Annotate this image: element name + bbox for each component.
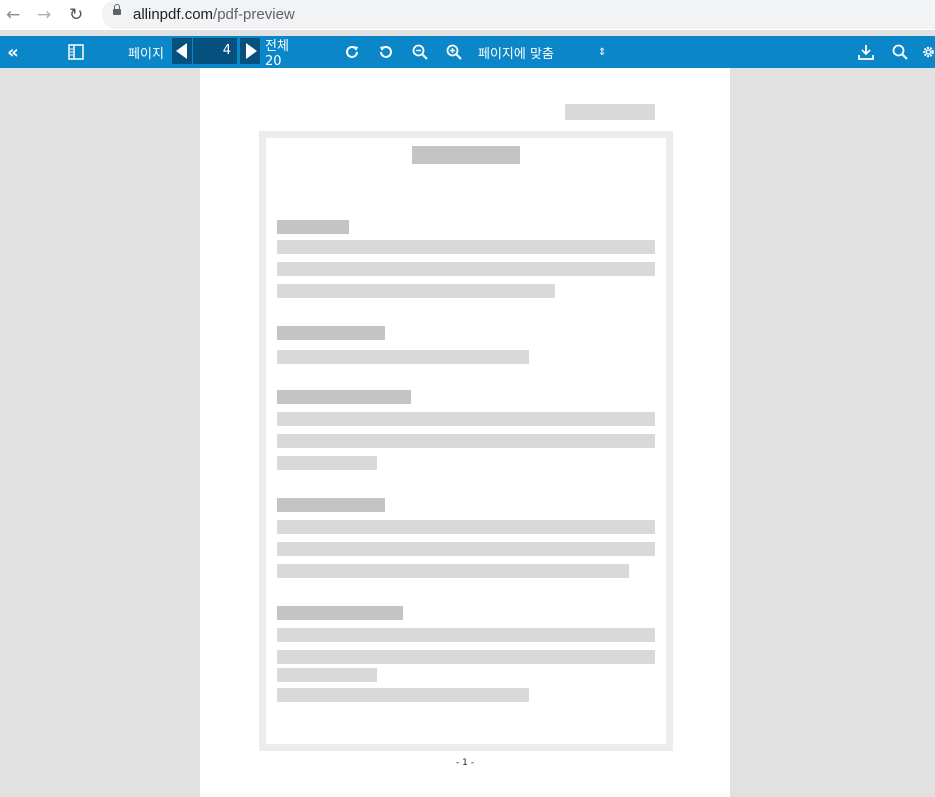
url-text[interactable]: allinpdf.com/pdf-preview <box>133 6 295 23</box>
pdf-toolbar: « 페이지 4 전체 20 페이지에 맞춤 ⇕ <box>0 36 935 69</box>
page-footer-number: - 1 - <box>456 758 474 768</box>
blurred-text-line <box>277 284 555 298</box>
blurred-text-line <box>277 350 529 364</box>
reload-icon[interactable]: ↻ <box>69 5 83 25</box>
pdf-page: - 1 - <box>200 68 730 797</box>
prev-arrow-icon <box>176 43 187 59</box>
settings-icon[interactable] <box>922 36 935 68</box>
page-label: 페이지 <box>128 46 164 62</box>
search-icon[interactable] <box>890 36 910 68</box>
total-pages: 전체 20 <box>265 39 289 69</box>
blurred-text-line <box>277 262 655 276</box>
download-icon[interactable] <box>856 36 876 68</box>
blurred-text-line <box>277 240 655 254</box>
zoom-select[interactable]: 페이지에 맞춤 ⇕ <box>478 36 614 68</box>
blurred-title <box>412 146 520 164</box>
select-arrows-icon: ⇕ <box>598 46 607 58</box>
blurred-text-line <box>277 628 655 642</box>
document-viewer[interactable]: - 1 - <box>0 68 935 797</box>
blurred-text-line <box>277 520 655 534</box>
zoom-select-value: 페이지에 맞춤 <box>478 46 554 62</box>
blurred-heading <box>277 326 385 340</box>
zoom-in-icon[interactable] <box>444 36 464 68</box>
url-path: /pdf-preview <box>213 6 295 23</box>
blurred-text-line <box>277 564 629 578</box>
blurred-heading <box>277 390 411 404</box>
blurred-text-line <box>277 542 655 556</box>
rotate-counterclockwise-icon[interactable] <box>376 36 396 68</box>
blurred-heading <box>277 220 349 234</box>
next-page-button[interactable] <box>240 38 260 64</box>
collapse-sidebar-icon[interactable]: « <box>4 36 22 68</box>
url-host: allinpdf.com <box>133 6 214 23</box>
blurred-text-line <box>277 456 377 470</box>
blurred-text-line <box>277 668 377 682</box>
page-number-input[interactable]: 4 <box>193 38 237 64</box>
lock-icon <box>113 4 121 15</box>
blurred-heading <box>277 498 385 512</box>
browser-address-bar: ← → ↻ allinpdf.com/pdf-preview <box>0 0 935 30</box>
blurred-text-line <box>277 412 655 426</box>
blurred-header-text <box>565 104 655 120</box>
back-icon[interactable]: ← <box>6 5 20 25</box>
blurred-text-line <box>277 688 529 702</box>
zoom-out-icon[interactable] <box>410 36 430 68</box>
forward-icon[interactable]: → <box>37 5 51 25</box>
blurred-heading <box>277 606 403 620</box>
blurred-text-line <box>277 650 655 664</box>
prev-page-button[interactable] <box>172 38 192 64</box>
rotate-clockwise-icon[interactable] <box>342 36 362 68</box>
blurred-text-line <box>277 434 655 448</box>
sidebar-toggle-icon[interactable] <box>66 36 86 68</box>
next-arrow-icon <box>246 43 257 59</box>
